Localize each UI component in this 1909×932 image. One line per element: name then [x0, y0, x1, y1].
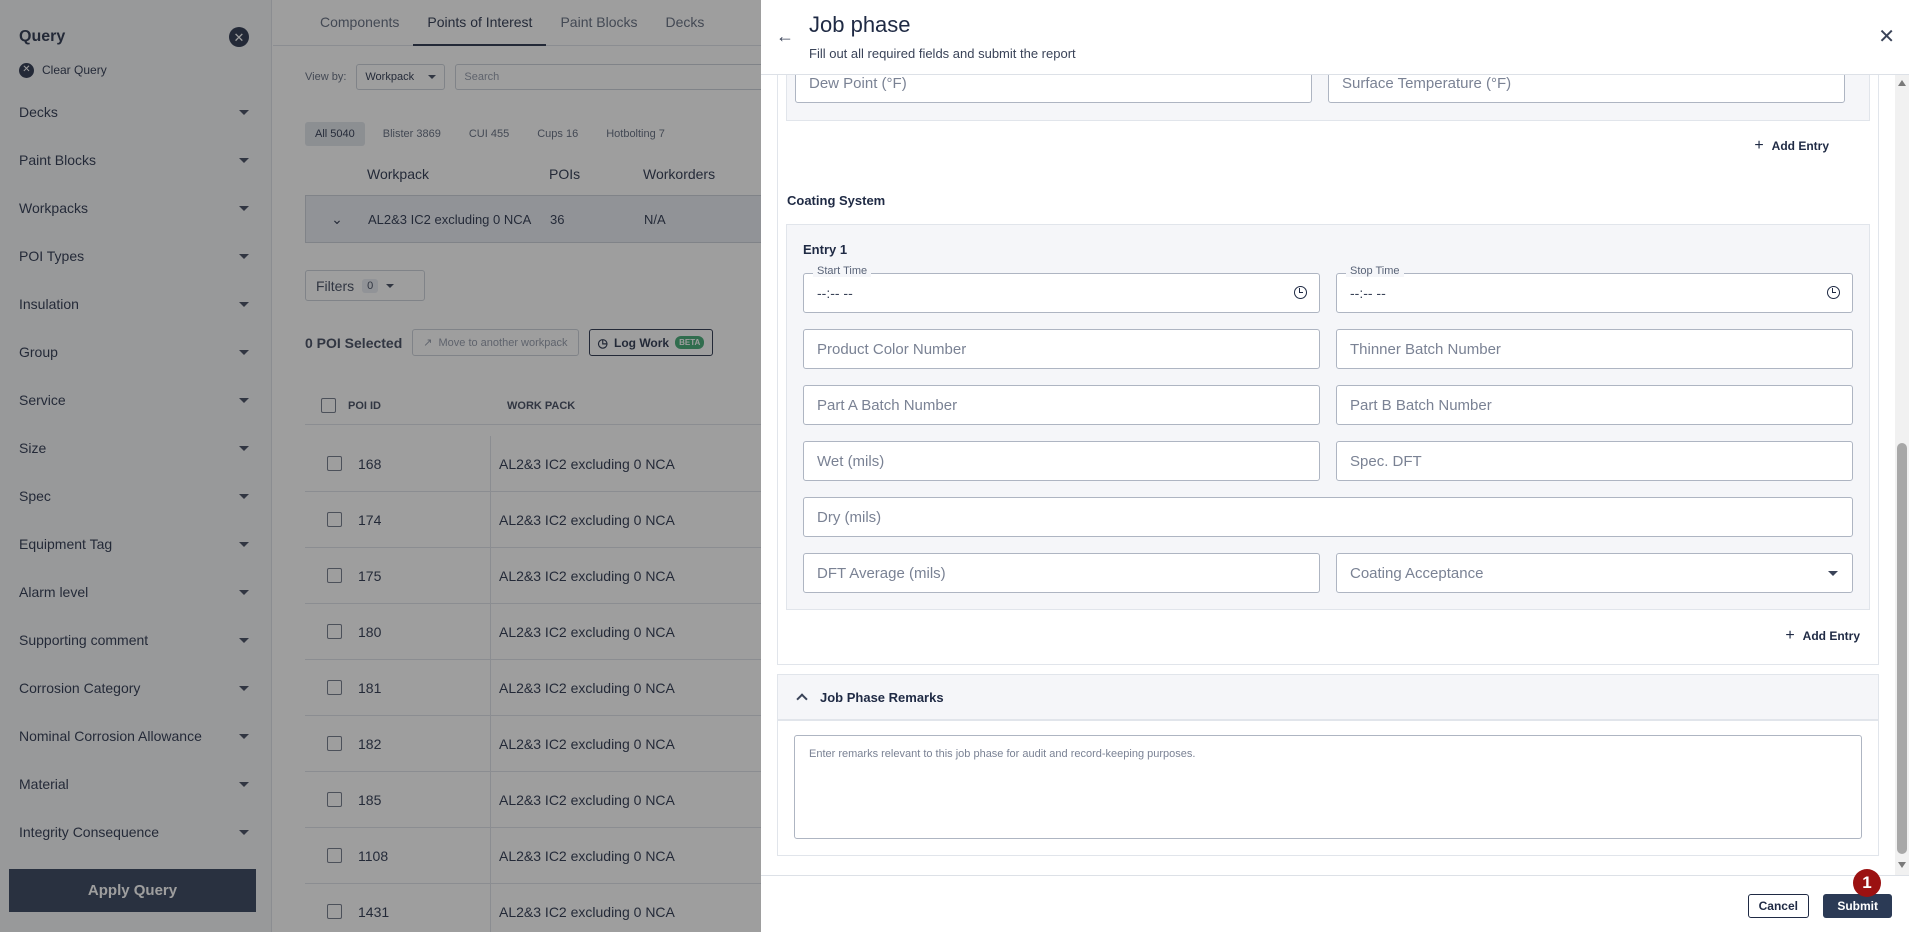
- job-phase-drawer: ← Job phase Fill out all required fields…: [761, 0, 1909, 932]
- thinner-batch-number-field[interactable]: Thinner Batch Number: [1336, 329, 1853, 369]
- back-arrow-icon[interactable]: ←: [776, 26, 794, 47]
- part-a-batch-number-field[interactable]: Part A Batch Number: [803, 385, 1320, 425]
- plus-icon: +: [1785, 627, 1795, 644]
- add-entry-button[interactable]: + Add Entry: [1754, 138, 1829, 154]
- remarks-section: Enter remarks relevant to this job phase…: [777, 720, 1879, 856]
- clock-icon[interactable]: [1827, 286, 1840, 299]
- step-badge: 1: [1853, 869, 1881, 897]
- cancel-button[interactable]: Cancel: [1747, 894, 1809, 918]
- scroll-thumb[interactable]: [1897, 443, 1907, 854]
- drawer-footer: Cancel Submit: [761, 875, 1909, 932]
- part-b-batch-number-field[interactable]: Part B Batch Number: [1336, 385, 1853, 425]
- dew-point-field[interactable]: Dew Point (°F): [795, 75, 1312, 103]
- coating-entry-1: Entry 1 Start Time --:-- -- Stop Time --…: [786, 224, 1870, 610]
- caret-down-icon: [1828, 571, 1838, 576]
- coating-acceptance-select[interactable]: Coating Acceptance: [1336, 553, 1853, 593]
- scroll-up-icon[interactable]: [1898, 80, 1906, 86]
- drawer-subtitle: Fill out all required fields and submit …: [809, 46, 1076, 61]
- surface-temperature-field[interactable]: Surface Temperature (°F): [1328, 75, 1845, 103]
- scroll-down-icon[interactable]: [1898, 862, 1906, 868]
- entry-title: Entry 1: [803, 242, 848, 257]
- job-phase-remarks-header[interactable]: Job Phase Remarks: [777, 674, 1879, 720]
- stop-time-label: Stop Time: [1346, 265, 1404, 277]
- plus-icon: +: [1754, 137, 1764, 154]
- product-color-number-field[interactable]: Product Color Number: [803, 329, 1320, 369]
- dry-mils-field[interactable]: Dry (mils): [803, 497, 1853, 537]
- drawer-title: Job phase: [809, 12, 911, 37]
- dft-average-field[interactable]: DFT Average (mils): [803, 553, 1320, 593]
- spec-dft-field[interactable]: Spec. DFT: [1336, 441, 1853, 481]
- remarks-textarea[interactable]: Enter remarks relevant to this job phase…: [794, 735, 1862, 839]
- chevron-up-icon: [796, 693, 808, 705]
- start-time-input[interactable]: Start Time --:-- --: [803, 265, 1320, 313]
- environment-entry: Dew Point (°F) Surface Temperature (°F): [786, 75, 1870, 121]
- submit-button[interactable]: Submit: [1823, 894, 1892, 918]
- add-entry-button[interactable]: + Add Entry: [1785, 628, 1860, 644]
- stop-time-input[interactable]: Stop Time --:-- --: [1336, 265, 1853, 313]
- coating-system-title: Coating System: [787, 193, 886, 208]
- wet-mils-field[interactable]: Wet (mils): [803, 441, 1320, 481]
- start-time-label: Start Time: [813, 265, 872, 277]
- clock-icon[interactable]: [1294, 286, 1307, 299]
- drawer-header: ← Job phase Fill out all required fields…: [761, 0, 1909, 75]
- close-icon[interactable]: ✕: [1878, 24, 1895, 49]
- drawer-body: Dew Point (°F) Surface Temperature (°F) …: [761, 75, 1909, 875]
- remarks-title: Job Phase Remarks: [820, 689, 944, 705]
